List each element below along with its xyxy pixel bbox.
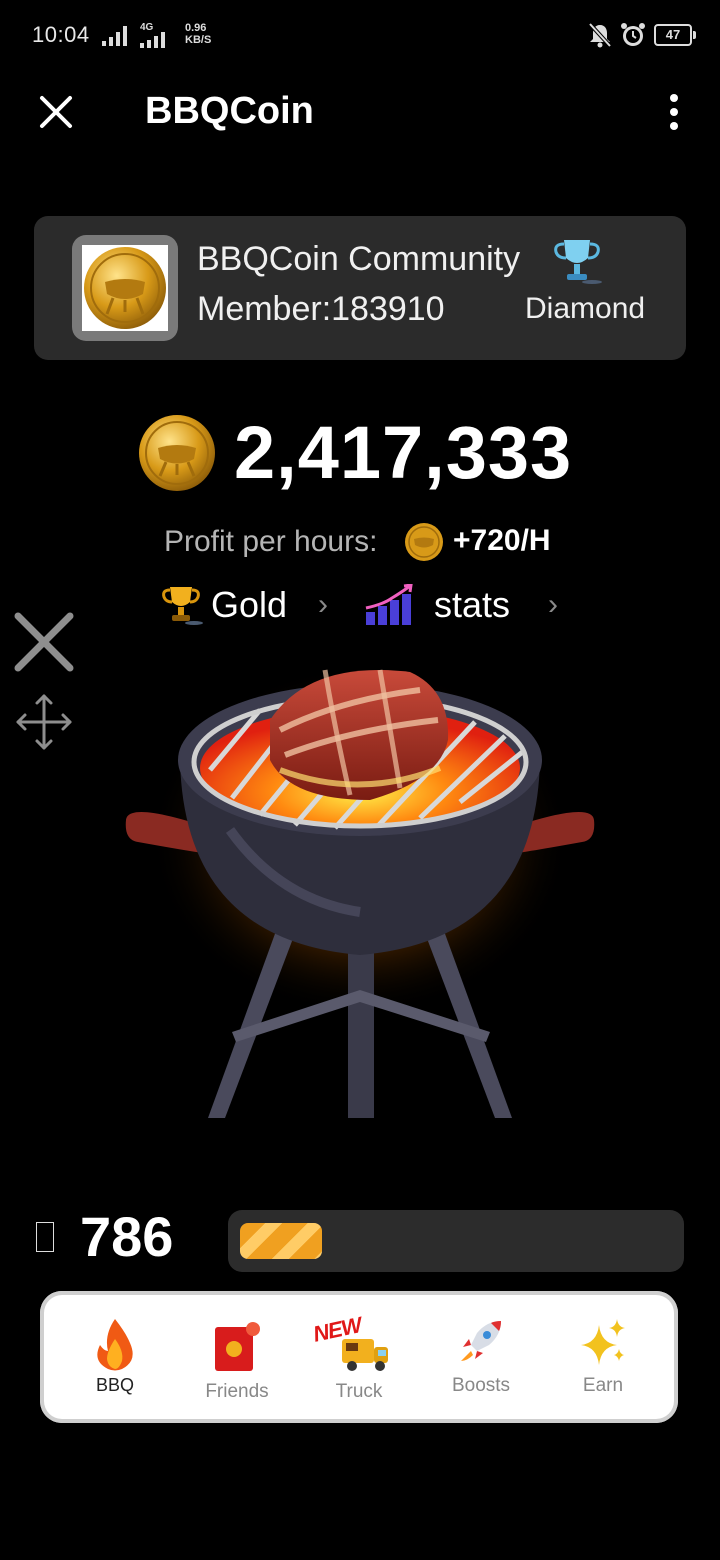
truck-icon [342, 1339, 388, 1371]
bbq-coin-icon [84, 247, 166, 329]
status-icons: 47 [588, 20, 696, 50]
coin-icon [139, 415, 215, 491]
signal-icon [102, 26, 127, 46]
coin-balance: 2,417,333 [234, 411, 573, 494]
speed-unit: KB/S [185, 34, 212, 46]
coin-icon [405, 523, 443, 561]
mute-bell-icon [588, 22, 612, 48]
stats-button[interactable]: stats [434, 584, 510, 626]
network-speed: 0.96 KB/S [185, 22, 211, 46]
status-time: 10:04 [32, 22, 90, 47]
battery-icon: 47 [654, 24, 696, 46]
close-button[interactable] [36, 92, 76, 132]
nav-item-earn[interactable]: Earn [543, 1291, 663, 1423]
member-count: Member:183910 [197, 290, 445, 328]
community-card[interactable]: BBQCoin Community Member:183910 Diamond [34, 216, 686, 360]
nav-item-bbq[interactable]: BBQ [55, 1291, 175, 1423]
rank-label: Diamond [525, 292, 646, 325]
speed-value: 0.96 [185, 22, 207, 34]
nav-item-truck[interactable]: NEW Truck [299, 1291, 419, 1423]
community-logo [72, 235, 178, 341]
stats-chart-icon [365, 584, 413, 625]
app-title: BBQCoin [145, 90, 314, 132]
chevron-right-icon[interactable]: › [548, 588, 558, 622]
profit-label: Profit per hours: [164, 525, 378, 558]
fire-icon [97, 1319, 133, 1371]
move-handle-icon[interactable] [14, 692, 74, 752]
rocket-icon [461, 1321, 501, 1361]
diamond-trophy-icon [554, 240, 602, 284]
energy-bar [228, 1210, 684, 1272]
profit-per-hour: +720/H [453, 524, 551, 557]
alarm-icon [621, 23, 645, 46]
nav-label-truck: Truck [335, 1381, 383, 1402]
red-envelope-icon [215, 1322, 260, 1371]
dismiss-overlay-icon[interactable] [12, 610, 76, 674]
more-options-button[interactable] [666, 92, 682, 132]
energy-value: 786 [80, 1205, 174, 1268]
nav-item-boosts[interactable]: Boosts [421, 1291, 541, 1423]
nav-label-bbq: BBQ [95, 1375, 134, 1395]
sparkles-icon [581, 1319, 625, 1365]
chevron-right-icon[interactable]: › [318, 588, 328, 622]
nav-label-earn: Earn [582, 1375, 624, 1396]
energy-icon [36, 1222, 54, 1252]
nav-label-boosts: Boosts [451, 1375, 511, 1396]
network-indicator: 4G [136, 22, 176, 48]
nav-label-friends: Friends [205, 1381, 269, 1402]
community-name: BBQCoin Community [197, 240, 521, 278]
bbq-grill-tap-target[interactable] [120, 650, 600, 1120]
energy-bar-fill [240, 1223, 322, 1259]
gold-trophy-icon [162, 587, 203, 625]
bottom-nav: BBQ Friends NEW Truck Boosts Earn [40, 1291, 678, 1423]
nav-item-friends[interactable]: Friends [177, 1291, 297, 1423]
signal-4g-icon [140, 32, 165, 48]
level-button[interactable]: Gold [211, 584, 287, 626]
